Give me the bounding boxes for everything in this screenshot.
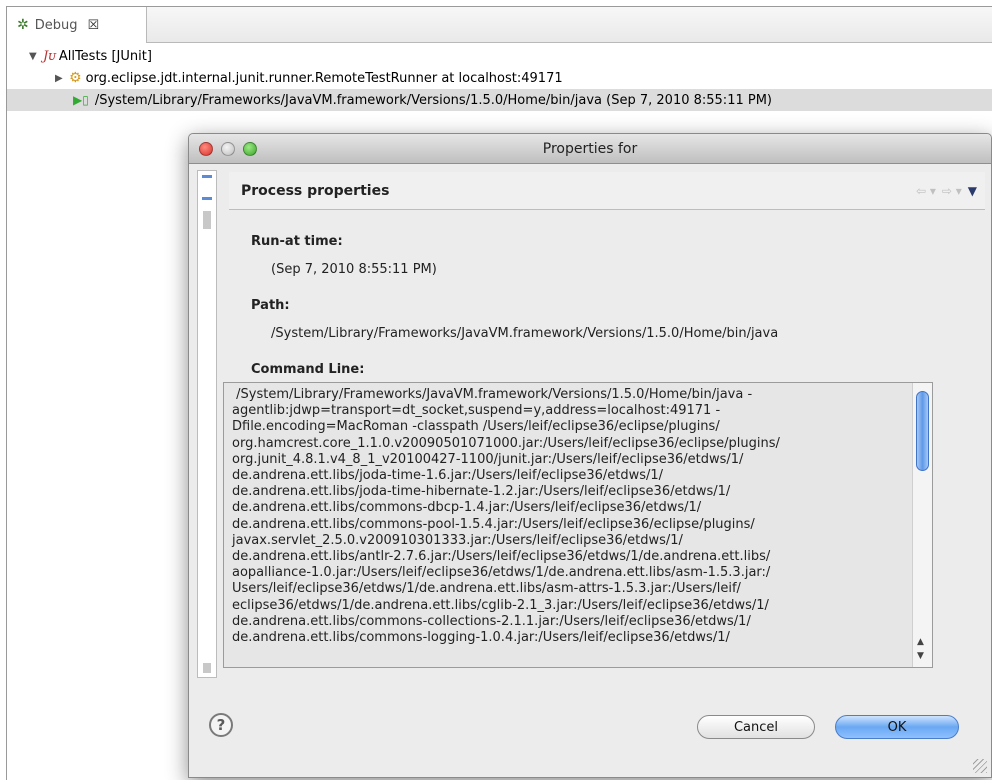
close-icon[interactable]: ☒ <box>88 18 100 33</box>
scrollbar[interactable] <box>203 663 211 673</box>
cancel-button[interactable]: Cancel <box>697 715 815 739</box>
tree-item-alltests[interactable]: ▼ Jᴜ AllTests [JUnit] <box>7 45 992 67</box>
dialog-footer: ? Cancel OK <box>189 685 991 777</box>
help-button[interactable]: ? <box>209 713 233 737</box>
properties-dialog: Properties for Process properties ⇦ ▾ ⇨ … <box>188 133 992 778</box>
dialog-title: Properties for <box>542 140 638 157</box>
window-controls <box>199 142 257 156</box>
tab-label: Debug <box>34 17 78 33</box>
scroll-down-icon[interactable]: ▼ <box>917 651 924 661</box>
tree-item-label: /System/Library/Frameworks/JavaVM.framew… <box>94 92 772 108</box>
dialog-titlebar[interactable]: Properties for <box>189 134 991 164</box>
view-tab-bar: ✲ Debug ☒ <box>7 7 992 43</box>
command-line-label: Command Line: <box>251 362 365 377</box>
zoom-window-button[interactable] <box>243 142 257 156</box>
launch-tree: ▼ Jᴜ AllTests [JUnit] ▶ ⚙ org.eclipse.jd… <box>7 45 992 111</box>
scroll-up-icon[interactable]: ▲ <box>917 637 924 647</box>
path-label: Path: <box>251 298 290 313</box>
forward-arrow-icon[interactable]: ⇨ ▾ <box>942 184 962 198</box>
view-menu-icon[interactable]: ▼ <box>968 184 977 198</box>
page-title: Process properties <box>241 182 390 199</box>
command-line-text: /System/Library/Frameworks/JavaVM.framew… <box>232 387 780 646</box>
scrollbar[interactable] <box>203 211 211 229</box>
tree-item-label: AllTests [JUnit] <box>58 48 152 64</box>
junit-icon: Jᴜ <box>43 48 56 64</box>
run-at-value: (Sep 7, 2010 8:55:11 PM) <box>271 262 437 277</box>
tree-marker <box>202 197 212 200</box>
back-arrow-icon[interactable]: ⇦ ▾ <box>916 184 936 198</box>
chevron-right-icon[interactable]: ▶ <box>55 73 69 84</box>
scrollbar[interactable]: ▲ ▼ <box>912 383 932 667</box>
chevron-down-icon[interactable]: ▼ <box>29 51 43 62</box>
property-pages-tree[interactable] <box>197 170 217 678</box>
tree-item-runner[interactable]: ▶ ⚙ org.eclipse.jdt.internal.junit.runne… <box>7 67 992 89</box>
bug-icon: ✲ <box>17 17 29 33</box>
page-header: Process properties ⇦ ▾ ⇨ ▾ ▼ <box>229 172 985 210</box>
tree-marker <box>202 175 212 178</box>
ok-button[interactable]: OK <box>835 715 959 739</box>
minimize-window-button[interactable] <box>221 142 235 156</box>
process-icon: ▶▯ <box>73 93 89 107</box>
path-value: /System/Library/Frameworks/JavaVM.framew… <box>271 326 779 341</box>
tab-debug[interactable]: ✲ Debug ☒ <box>7 7 147 43</box>
command-line-textarea[interactable]: /System/Library/Frameworks/JavaVM.framew… <box>223 382 933 668</box>
close-window-button[interactable] <box>199 142 213 156</box>
scroll-thumb[interactable] <box>916 391 929 471</box>
page-nav: ⇦ ▾ ⇨ ▾ ▼ <box>916 184 977 198</box>
tree-item-label: org.eclipse.jdt.internal.junit.runner.Re… <box>85 70 563 86</box>
run-at-label: Run-at time: <box>251 234 343 249</box>
tree-item-process[interactable]: ▶▯ /System/Library/Frameworks/JavaVM.fra… <box>7 89 992 111</box>
resize-grip-icon[interactable] <box>973 759 987 773</box>
gears-icon: ⚙ <box>69 70 82 86</box>
